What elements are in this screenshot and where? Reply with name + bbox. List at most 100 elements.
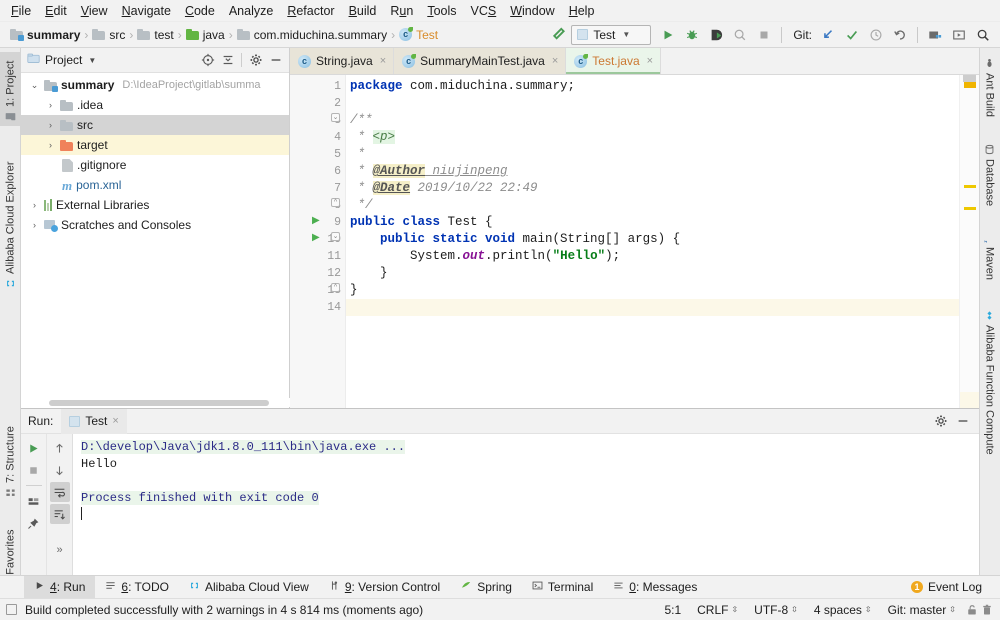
breadcrumb-summary[interactable]: summary	[7, 28, 83, 42]
sidebar-item-alibaba-cloud-explorer[interactable]: Alibaba Cloud Explorer	[0, 143, 21, 293]
project-structure-icon[interactable]	[924, 25, 946, 45]
read-only-lock-icon[interactable]	[964, 602, 979, 617]
bottom-item-spring[interactable]: Spring	[450, 576, 522, 599]
warning-marker[interactable]	[964, 207, 976, 210]
close-icon[interactable]: ×	[552, 55, 558, 67]
bottom-item-alibaba-cloud-view[interactable]: Alibaba Cloud View	[179, 576, 319, 599]
tab-string-java[interactable]: String.java ×	[290, 48, 395, 74]
tree-node-scratches-and-consoles[interactable]: › Scratches and Consoles	[21, 215, 289, 235]
menu-window[interactable]: Window	[503, 2, 561, 20]
menu-edit[interactable]: Edit	[38, 2, 74, 20]
encoding-selector[interactable]: UTF-8 ⇳	[746, 603, 806, 617]
indent-selector[interactable]: 4 spaces ⇳	[806, 603, 880, 617]
locate-icon[interactable]	[198, 51, 217, 70]
stop-icon[interactable]	[753, 25, 775, 45]
git-branch-selector[interactable]: Git: master ⇳	[880, 603, 964, 617]
chevron-right-icon[interactable]: ›	[29, 200, 40, 210]
tree-node-summary[interactable]: ⌄ summary D:\IdeaProject\gitlab\summa	[21, 75, 289, 95]
toggle-tasks-icon[interactable]	[24, 491, 44, 511]
tree-node-target[interactable]: › target	[21, 135, 289, 155]
menu-run[interactable]: Run	[383, 2, 420, 20]
caret-position[interactable]: 5:1	[656, 603, 689, 617]
bottom-item-todo[interactable]: 6: TODO	[95, 576, 179, 599]
fold-region-end-icon[interactable]: ^	[331, 198, 340, 207]
sidebar-item-alibaba-function-compute[interactable]: Alibaba Function Compute	[979, 306, 1000, 458]
run-tab-test[interactable]: Test ×	[61, 408, 127, 434]
fold-region-icon[interactable]: ⌄	[331, 113, 340, 122]
breadcrumb-test[interactable]: test	[134, 28, 176, 42]
sidebar-item-structure[interactable]: 7: Structure	[0, 416, 21, 502]
run-method-gutter-icon[interactable]: ▶	[312, 233, 320, 243]
line-separator-selector[interactable]: CRLF ⇳	[689, 603, 746, 617]
breadcrumb-package[interactable]: com.miduchina.summary	[234, 28, 390, 42]
collapse-all-icon[interactable]	[218, 51, 237, 70]
tree-node-src[interactable]: › src	[21, 115, 289, 135]
chevron-right-icon[interactable]: ›	[45, 140, 56, 150]
preview-icon[interactable]	[948, 25, 970, 45]
sidebar-item-maven[interactable]: m Maven	[979, 228, 1000, 290]
chevron-down-icon[interactable]: ▼	[88, 56, 96, 65]
tree-node-gitignore[interactable]: .gitignore	[21, 155, 289, 175]
run-icon[interactable]	[657, 25, 679, 45]
trash-icon[interactable]	[979, 602, 994, 617]
rerun-icon[interactable]	[24, 438, 44, 458]
stop-icon[interactable]	[24, 460, 44, 480]
scrollbar-thumb[interactable]	[963, 75, 976, 82]
run-console[interactable]: D:\develop\Java\jdk1.8.0_111\bin\java.ex…	[73, 434, 979, 575]
project-tree-horizontal-scrollbar[interactable]	[21, 398, 290, 407]
tree-node-external-libraries[interactable]: › External Libraries	[21, 195, 289, 215]
editor-gutter[interactable]: 1 2 3 4 5 6 7 8 9 10 11 12 13 14 ▶ ▶ ⌄ ^…	[290, 75, 346, 408]
profile-icon[interactable]	[729, 25, 751, 45]
bottom-item-terminal[interactable]: Terminal	[522, 576, 603, 599]
close-icon[interactable]: ×	[380, 55, 386, 67]
menu-build[interactable]: Build	[342, 2, 384, 20]
close-icon[interactable]: ×	[647, 55, 653, 67]
menu-vcs[interactable]: VCS	[464, 2, 504, 20]
menu-code[interactable]: Code	[178, 2, 222, 20]
bottom-item-event-log[interactable]: 1 Event Log	[901, 576, 992, 599]
soft-wrap-icon[interactable]	[49, 482, 70, 502]
fold-method-end-icon[interactable]: ^	[331, 283, 340, 292]
code-editor[interactable]: package com.miduchina.summary; /** * <p>…	[346, 75, 959, 408]
menu-refactor[interactable]: Refactor	[280, 2, 341, 20]
scroll-to-end-icon[interactable]	[49, 504, 70, 524]
debug-icon[interactable]	[681, 25, 703, 45]
hide-icon[interactable]	[266, 51, 285, 70]
breadcrumb-java[interactable]: java	[183, 28, 228, 42]
chevron-right-icon[interactable]: ›	[29, 220, 40, 230]
down-stacktrace-icon[interactable]	[50, 460, 70, 480]
menu-view[interactable]: View	[74, 2, 115, 20]
bottom-item-version-control[interactable]: 9: Version Control	[319, 576, 450, 599]
close-icon[interactable]: ×	[112, 415, 118, 427]
history-icon[interactable]	[865, 25, 887, 45]
search-everywhere-icon[interactable]	[972, 25, 994, 45]
tree-node-idea[interactable]: › .idea	[21, 95, 289, 115]
sidebar-item-ant-build[interactable]: Ant Build	[979, 54, 1000, 122]
menu-navigate[interactable]: Navigate	[115, 2, 178, 20]
menu-help[interactable]: Help	[562, 2, 602, 20]
chevron-down-icon[interactable]: ⌄	[29, 80, 40, 90]
menu-tools[interactable]: Tools	[420, 2, 463, 20]
breadcrumb-src[interactable]: src	[89, 28, 128, 42]
menu-file[interactable]: File	[4, 2, 38, 20]
chevron-right-icon[interactable]: ›	[45, 120, 56, 130]
warning-marker[interactable]	[964, 82, 976, 88]
up-stacktrace-icon[interactable]	[50, 438, 70, 458]
run-configuration-selector[interactable]: Test ▼	[571, 24, 652, 45]
run-with-coverage-icon[interactable]	[705, 25, 727, 45]
bottom-item-run[interactable]: 4: Run	[24, 575, 96, 599]
more-icon[interactable]: »	[50, 540, 70, 560]
sidebar-item-database[interactable]: Database	[979, 140, 1000, 212]
inspection-box-icon[interactable]	[6, 604, 17, 615]
breadcrumb-class[interactable]: Test	[396, 27, 441, 42]
tab-summarymaintest-java[interactable]: SummaryMainTest.java ×	[394, 48, 567, 74]
rollback-icon[interactable]	[889, 25, 911, 45]
tab-test-java[interactable]: Test.java ×	[566, 48, 662, 74]
warning-marker[interactable]	[964, 185, 976, 188]
tree-node-pom-xml[interactable]: m pom.xml	[21, 175, 289, 195]
scrollbar-thumb[interactable]	[49, 400, 269, 406]
build-icon[interactable]	[547, 25, 569, 45]
pin-tab-icon[interactable]	[24, 513, 44, 533]
commit-icon[interactable]	[841, 25, 863, 45]
chevron-right-icon[interactable]: ›	[45, 100, 56, 110]
